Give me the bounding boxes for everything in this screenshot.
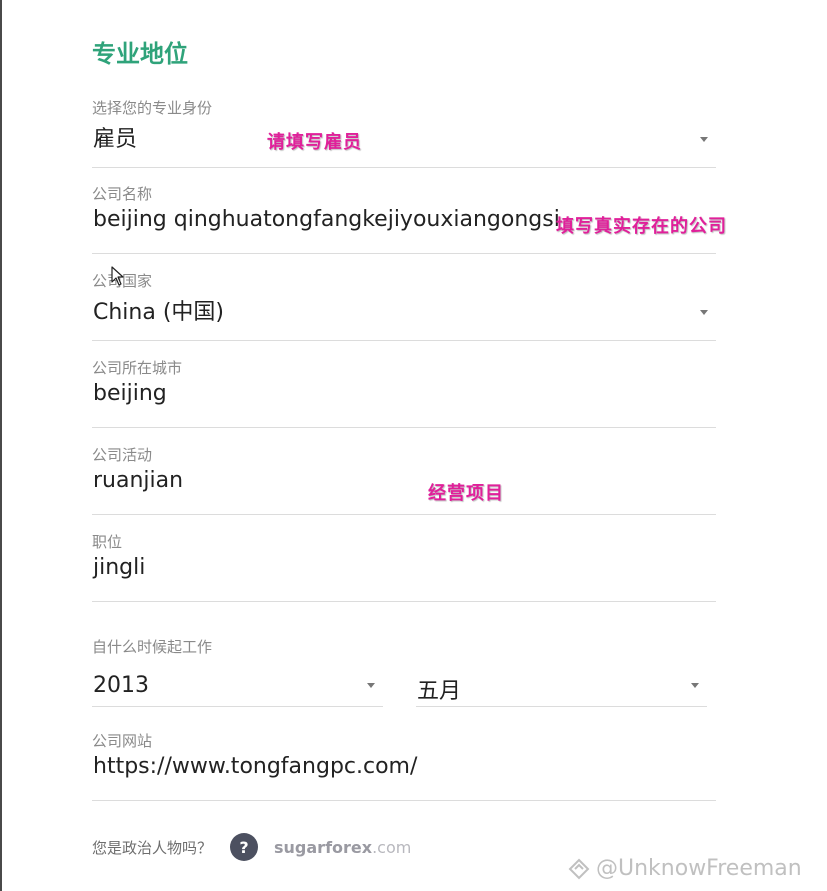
profession-value: 雇员	[93, 127, 138, 152]
position-value: jingli	[93, 555, 146, 580]
company-city-label: 公司所在城市	[92, 359, 183, 377]
page-title: 专业地位	[92, 40, 188, 68]
company-website-value: https://www.tongfangpc.com/	[93, 754, 418, 779]
annotation-activity: 经营项目	[428, 483, 504, 504]
help-icon[interactable]: ?	[230, 833, 259, 861]
company-website-field[interactable]: 公司网站 https://www.tongfangpc.com/	[92, 730, 716, 801]
brand-logo: sugarforex.com	[274, 838, 411, 857]
brand-name: sugarforex	[274, 837, 373, 857]
work-since-month-select[interactable]: 五月	[416, 666, 707, 707]
company-activity-label: 公司活动	[92, 446, 153, 464]
chevron-down-icon	[691, 683, 699, 688]
profession-label: 选择您的专业身份	[92, 99, 213, 117]
annotation-company: 填写真实存在的公司	[556, 216, 727, 237]
position-field[interactable]: 职位 jingli	[92, 531, 716, 602]
window-edge	[0, 0, 2, 891]
company-country-value: China (中国)	[93, 300, 225, 325]
company-country-select[interactable]: 公司国家 China (中国)	[92, 270, 716, 341]
chevron-down-icon	[367, 683, 375, 688]
company-city-field[interactable]: 公司所在城市 beijing	[92, 357, 716, 428]
company-website-label: 公司网站	[92, 732, 153, 750]
annotation-profession: 请填写雇员	[267, 132, 362, 153]
company-name-value: beijing qinghuatongfangkejiyouxiangongsi	[93, 207, 560, 232]
company-name-label: 公司名称	[92, 185, 153, 203]
company-activity-field[interactable]: 公司活动 ruanjian	[92, 444, 716, 515]
profession-select[interactable]: 选择您的专业身份 雇员	[92, 97, 716, 168]
watermark-logo-icon	[568, 858, 590, 879]
position-label: 职位	[92, 533, 123, 551]
pep-question-text: 您是政治人物吗？	[92, 838, 213, 857]
watermark-text: @UnknowFreeman	[596, 856, 802, 881]
help-symbol: ?	[239, 837, 249, 857]
company-city-value: beijing	[93, 381, 167, 406]
work-since-month-value: 五月	[417, 679, 462, 704]
chevron-down-icon	[700, 310, 708, 315]
company-activity-value: ruanjian	[93, 468, 184, 493]
work-since-year-select[interactable]: 2013	[92, 666, 383, 707]
work-since-label: 自什么时候起工作	[92, 638, 213, 656]
brand-domain: .com	[372, 837, 412, 857]
watermark: @UnknowFreeman	[568, 856, 802, 881]
chevron-down-icon	[700, 137, 708, 142]
pep-question-row: 您是政治人物吗？ ? sugarforex.com	[92, 832, 411, 862]
work-since-year-value: 2013	[93, 673, 149, 698]
